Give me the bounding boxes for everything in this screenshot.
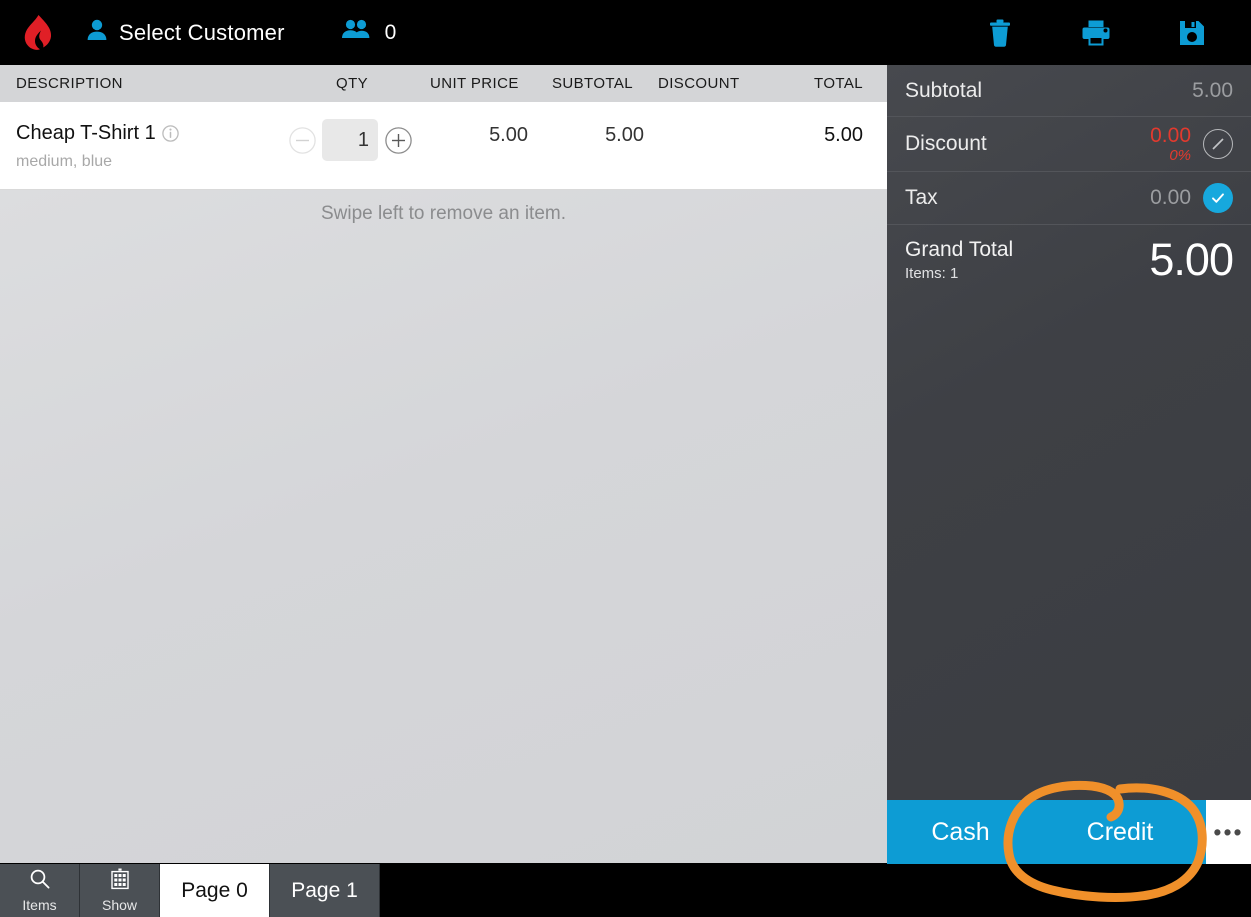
select-customer-button[interactable]: Select Customer bbox=[86, 18, 285, 47]
discount-label: Discount bbox=[905, 132, 987, 155]
people-group-icon bbox=[341, 18, 371, 47]
items-canvas-area: Swipe left to remove an item. bbox=[0, 190, 887, 863]
discount-percent: 0% bbox=[1169, 147, 1191, 164]
column-header-description: DESCRIPTION bbox=[16, 75, 123, 92]
printer-icon[interactable] bbox=[1079, 16, 1113, 50]
bottom-tab-bar: Items Show Page 0 Page 1 bbox=[0, 864, 1251, 917]
tab-page-0[interactable]: Page 0 bbox=[160, 864, 270, 917]
swipe-hint-text: Swipe left to remove an item. bbox=[321, 203, 566, 224]
grand-total-label: Grand Total bbox=[905, 238, 1014, 262]
grand-total-value: 5.00 bbox=[1149, 234, 1234, 285]
check-circle-icon[interactable] bbox=[1203, 183, 1233, 213]
table-row[interactable]: Cheap T-Shirt 1 medium, blue 1 5.00 5.00… bbox=[0, 102, 887, 190]
sidebar-item-show[interactable]: Show bbox=[80, 864, 160, 917]
line-item-name: Cheap T-Shirt 1 bbox=[16, 122, 156, 144]
select-customer-label: Select Customer bbox=[119, 19, 285, 45]
customer-count-button[interactable]: 0 bbox=[341, 18, 397, 47]
line-item-unit-price: 5.00 bbox=[489, 124, 528, 146]
customer-count-value: 0 bbox=[384, 20, 397, 44]
column-header-unit-price: UNIT PRICE bbox=[430, 75, 519, 92]
line-item-name-group: Cheap T-Shirt 1 bbox=[16, 122, 179, 145]
quantity-stepper: 1 bbox=[288, 119, 412, 161]
summary-row-grand-total: Grand Total Items: 1 5.00 bbox=[887, 225, 1251, 295]
cash-button[interactable]: Cash bbox=[887, 800, 1034, 864]
discount-values: 0.00 0% bbox=[1150, 125, 1191, 163]
pencil-circle-icon[interactable] bbox=[1203, 129, 1233, 159]
line-item-variant: medium, blue bbox=[16, 153, 113, 170]
person-icon bbox=[86, 18, 108, 47]
sidebar-item-items[interactable]: Items bbox=[0, 864, 80, 917]
column-header-qty: QTY bbox=[336, 75, 369, 92]
quantity-value[interactable]: 1 bbox=[322, 119, 378, 161]
info-circle-icon[interactable] bbox=[161, 125, 179, 142]
tab-label-show: Show bbox=[101, 897, 138, 913]
search-icon bbox=[29, 868, 51, 895]
column-header-discount: DISCOUNT bbox=[658, 75, 740, 92]
subtotal-value: 5.00 bbox=[1192, 78, 1233, 102]
tab-label-items: Items bbox=[22, 897, 57, 913]
trash-icon[interactable] bbox=[983, 16, 1017, 50]
more-payment-options-button[interactable]: ••• bbox=[1206, 800, 1251, 864]
column-header-subtotal: SUBTOTAL bbox=[552, 75, 633, 92]
tax-label: Tax bbox=[905, 186, 938, 209]
discount-amount: 0.00 bbox=[1150, 124, 1191, 147]
credit-button[interactable]: Credit bbox=[1034, 800, 1206, 864]
top-toolbar: Select Customer 0 bbox=[0, 0, 1251, 65]
lightspeed-flame-logo[interactable] bbox=[14, 11, 62, 55]
subtotal-label: Subtotal bbox=[905, 78, 983, 102]
grand-total-labels: Grand Total Items: 1 bbox=[905, 238, 1013, 281]
quantity-increase-button[interactable] bbox=[384, 126, 412, 154]
quantity-decrease-button[interactable] bbox=[288, 126, 316, 154]
summary-row-subtotal: Subtotal 5.00 bbox=[887, 65, 1251, 117]
line-item-total: 5.00 bbox=[824, 124, 863, 146]
payment-bar: Cash Credit ••• bbox=[887, 800, 1251, 864]
line-items-table-header: DESCRIPTION QTY UNIT PRICE SUBTOTAL DISC… bbox=[0, 65, 887, 102]
store-building-icon bbox=[108, 868, 132, 895]
order-summary-panel: Subtotal 5.00 Discount 0.00 0% Tax 0.00 bbox=[887, 65, 1251, 800]
items-count-label: Items: 1 bbox=[905, 264, 959, 282]
floppy-save-icon[interactable] bbox=[1175, 16, 1209, 50]
summary-row-tax: Tax 0.00 bbox=[887, 172, 1251, 225]
tax-value: 0.00 bbox=[1150, 186, 1191, 209]
tab-page-1[interactable]: Page 1 bbox=[270, 864, 380, 917]
summary-row-discount: Discount 0.00 0% bbox=[887, 117, 1251, 172]
column-header-total: TOTAL bbox=[814, 75, 863, 92]
line-item-subtotal: 5.00 bbox=[605, 124, 644, 146]
top-action-group bbox=[983, 16, 1209, 50]
pos-screen: Select Customer 0 DESCRIPTION QTY UNIT P… bbox=[0, 0, 1251, 917]
